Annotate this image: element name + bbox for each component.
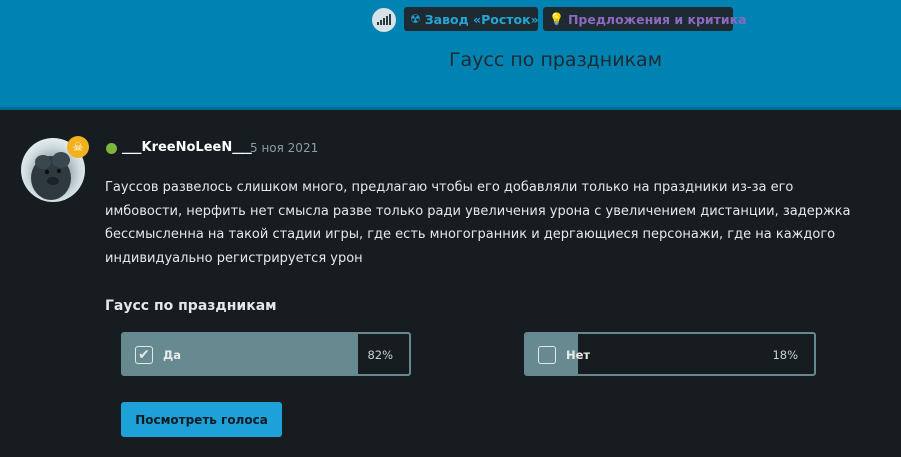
poll-option-fill: [123, 334, 358, 374]
poll-option-label: Да: [163, 348, 182, 362]
checkbox-unchecked-icon[interactable]: [538, 346, 556, 364]
checkbox-checked-icon[interactable]: ✔: [135, 346, 153, 364]
skull-badge-icon: ☠: [67, 136, 89, 158]
forum-tag-suggestions[interactable]: 💡 Предложения и критика: [543, 7, 747, 31]
post-date[interactable]: 5 ноя 2021: [250, 141, 318, 155]
forum-tag-zavod[interactable]: ☢ Завод «Росток»: [404, 7, 539, 31]
poll-option-yes[interactable]: ✔ Да 82%: [121, 332, 411, 376]
poll-option-label: Нет: [566, 348, 591, 362]
radiation-icon: ☢: [410, 12, 421, 26]
online-status-indicator: [106, 143, 117, 154]
poll-option-no[interactable]: Нет 18%: [524, 332, 816, 376]
forum-tag-label: Предложения и критика: [567, 11, 747, 27]
header-divider: [0, 107, 901, 110]
view-votes-button[interactable]: Посмотреть голоса: [121, 402, 282, 437]
post-author-link[interactable]: ___KreeNoLeeN___: [122, 140, 252, 155]
poll-option-percent: 82%: [367, 348, 393, 362]
forum-tag-label: Завод «Росток»: [424, 11, 539, 27]
poll-option-percent: 18%: [772, 348, 798, 362]
lightbulb-icon: 💡: [549, 12, 564, 26]
post-body: Гауссов развелось слишком много, предлаг…: [105, 180, 851, 266]
poll-title: Гаусс по праздникам: [105, 298, 277, 314]
signal-strength-icon[interactable]: [372, 8, 396, 32]
